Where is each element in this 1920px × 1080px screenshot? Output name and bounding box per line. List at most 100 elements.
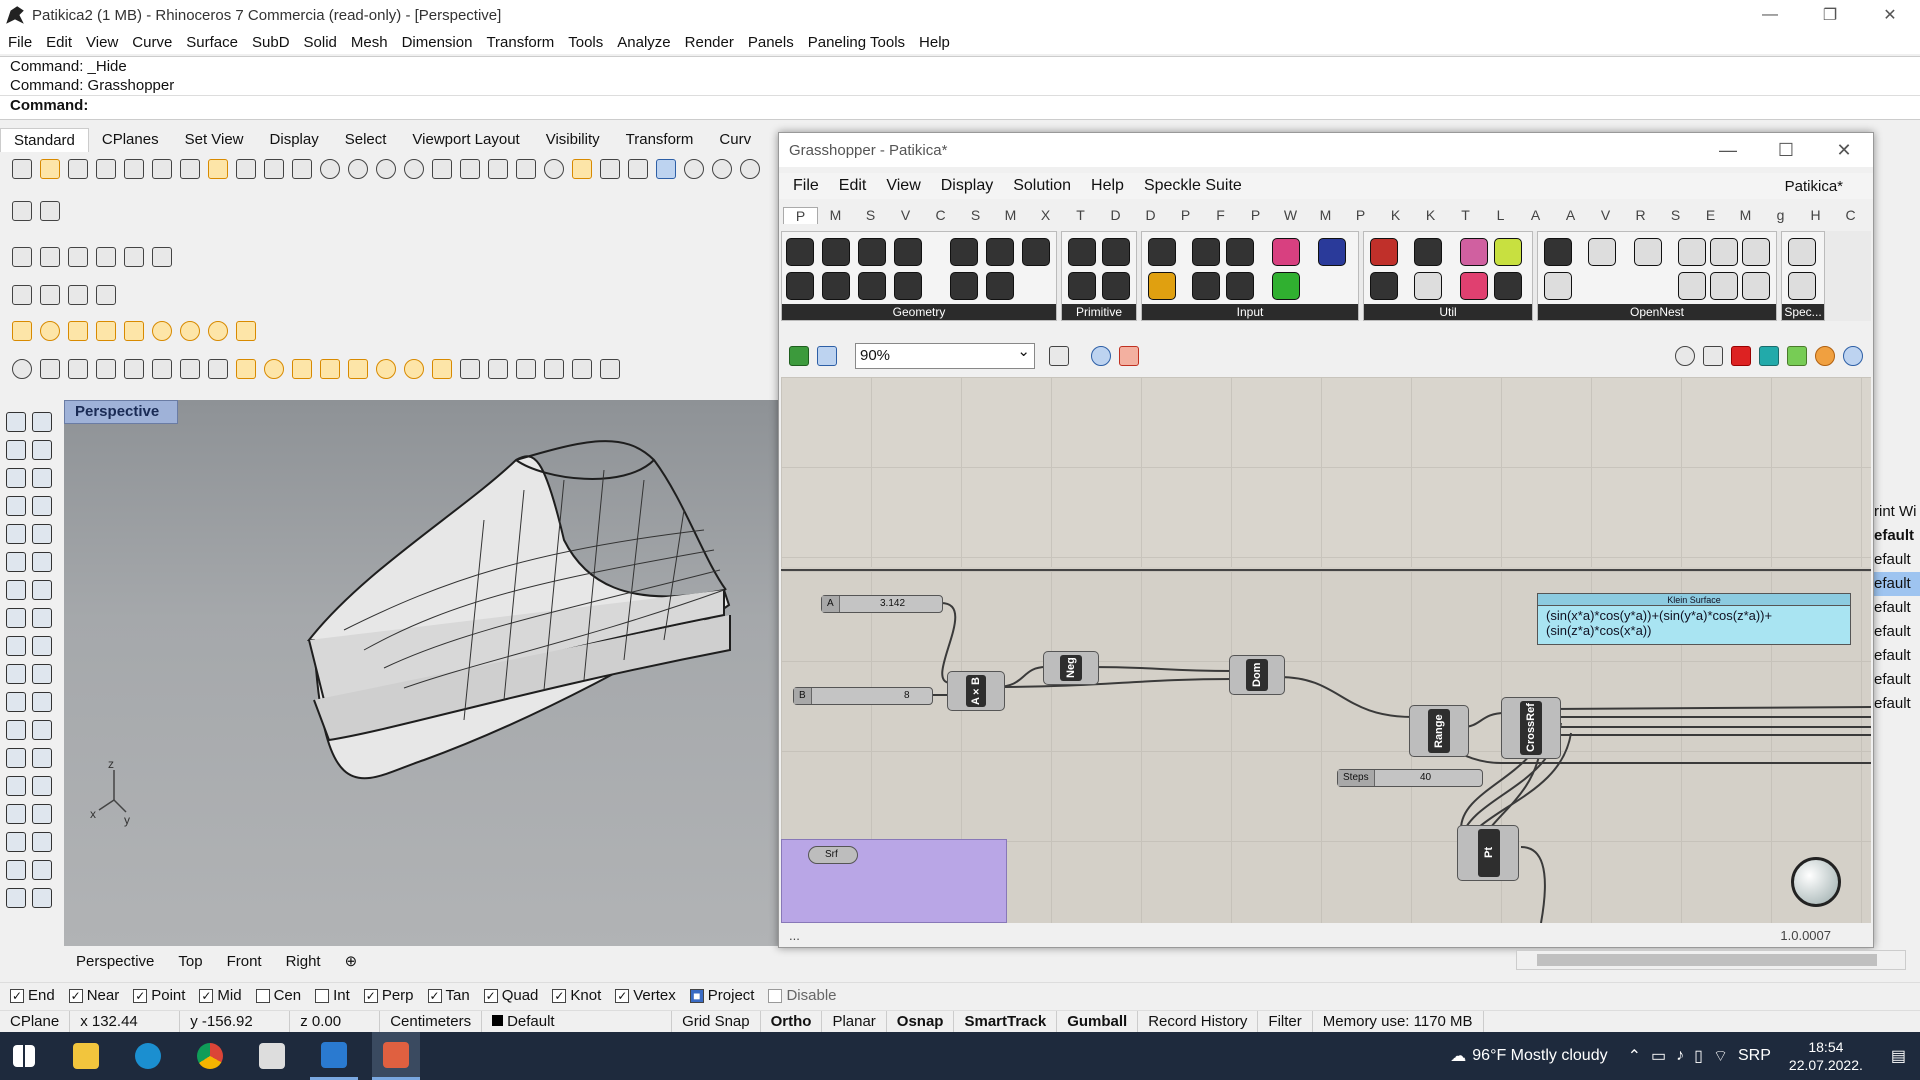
gh-component-icon[interactable] <box>1414 272 1442 300</box>
status-planar[interactable]: Planar <box>822 1010 887 1033</box>
checkbox-knot[interactable]: ✓ <box>552 988 567 1003</box>
gh-component-icon[interactable] <box>1068 238 1096 266</box>
tray-chevron-icon[interactable]: ⌃ <box>1628 1046 1641 1066</box>
gh-component-icon[interactable] <box>1678 238 1706 266</box>
zoom-icon[interactable] <box>320 159 340 179</box>
gh-component-icon[interactable] <box>822 272 850 300</box>
right-panel-row[interactable]: efault <box>1874 668 1920 692</box>
shield-icon[interactable] <box>656 159 676 179</box>
solid-icon[interactable] <box>68 247 88 267</box>
checkbox-near[interactable]: ✓ <box>68 988 83 1003</box>
weather-icon[interactable]: ☁ <box>1450 1046 1466 1066</box>
notifications-icon[interactable]: ▤ <box>1891 1046 1906 1066</box>
snap-disable-icon[interactable] <box>236 321 256 341</box>
gh-component-icon[interactable] <box>894 238 922 266</box>
properties-tool-icon[interactable] <box>32 888 52 908</box>
zoom-window-icon[interactable] <box>348 159 368 179</box>
point-component[interactable]: Pt <box>1457 825 1519 881</box>
ellipse-tool-icon[interactable] <box>32 468 52 488</box>
select-arrow-icon[interactable] <box>6 412 26 432</box>
gh-preview-mode-icon[interactable] <box>1675 346 1695 366</box>
gh-component-icon[interactable] <box>1022 238 1050 266</box>
check-tool-icon[interactable] <box>32 860 52 880</box>
gh-component-icon[interactable] <box>1192 272 1220 300</box>
status-units[interactable]: Centimeters <box>380 1010 483 1033</box>
taskbar-app[interactable] <box>310 1032 358 1080</box>
gh-tab[interactable]: A <box>1518 207 1553 223</box>
menu-render[interactable]: Render <box>685 34 734 51</box>
gh-menu-edit[interactable]: Edit <box>839 177 867 195</box>
gh-minimize-button[interactable]: — <box>1699 133 1757 167</box>
gh-component-icon[interactable] <box>1494 272 1522 300</box>
surface-tool-icon[interactable] <box>6 552 26 572</box>
select-icon[interactable] <box>572 159 592 179</box>
snap-center-icon[interactable] <box>40 321 60 341</box>
hand-icon-2[interactable] <box>516 359 536 379</box>
gh-preview-shaded-icon[interactable] <box>1731 346 1751 366</box>
tab-transform[interactable]: Transform <box>613 128 707 152</box>
gh-component-icon[interactable] <box>1710 238 1738 266</box>
cloud-icon[interactable] <box>68 285 88 305</box>
gh-tab[interactable]: g <box>1763 207 1798 223</box>
menu-analyze[interactable]: Analyze <box>617 34 670 51</box>
menu-view[interactable]: View <box>86 34 118 51</box>
right-panel-row[interactable]: efault <box>1874 620 1920 644</box>
snap-perp-icon[interactable] <box>96 321 116 341</box>
gh-tab[interactable]: K <box>1413 207 1448 223</box>
text-object-icon[interactable] <box>6 748 26 768</box>
cylinder-icon[interactable] <box>6 608 26 628</box>
gh-menu-display[interactable]: Display <box>941 177 993 195</box>
gh-tab[interactable]: A <box>1553 207 1588 223</box>
gh-document-preview-icon[interactable] <box>1843 346 1863 366</box>
import-icon[interactable] <box>124 159 144 179</box>
gh-component-icon[interactable] <box>1588 238 1616 266</box>
osnap-end[interactable]: ✓ End <box>10 987 55 1004</box>
tab-visibility[interactable]: Visibility <box>533 128 613 152</box>
gh-component-icon[interactable] <box>1068 272 1096 300</box>
horizontal-scrollbar[interactable] <box>1516 950 1906 970</box>
cut-icon[interactable] <box>152 159 172 179</box>
gh-component-icon[interactable] <box>1678 272 1706 300</box>
solid-box-icon[interactable] <box>6 580 26 600</box>
network-icon[interactable]: ⌔ <box>1713 1046 1728 1066</box>
split-tool-icon[interactable] <box>6 720 26 740</box>
status-filter[interactable]: Filter <box>1258 1010 1313 1033</box>
gh-tab[interactable]: H <box>1798 207 1833 223</box>
gh-navigation-widget-icon[interactable] <box>1791 857 1841 907</box>
transform-tool-icon[interactable] <box>6 636 26 656</box>
weather-text[interactable]: 96°F Mostly cloudy <box>1472 1047 1607 1065</box>
gh-tab[interactable]: P <box>1343 207 1378 223</box>
render-tool-icon[interactable] <box>32 692 52 712</box>
gh-tab[interactable]: P <box>783 206 818 224</box>
polyline-icon[interactable] <box>6 440 26 460</box>
gh-component-icon[interactable] <box>1226 238 1254 266</box>
gh-tab[interactable]: P <box>1238 207 1273 223</box>
gh-group-label[interactable]: OpenNest <box>1538 304 1776 320</box>
loft-tool-icon[interactable] <box>32 552 52 572</box>
gh-tab[interactable]: F <box>1203 207 1238 223</box>
new-icon[interactable] <box>12 159 32 179</box>
checkbox-vertex[interactable]: ✓ <box>615 988 630 1003</box>
status-osnap[interactable]: Osnap <box>887 1010 955 1033</box>
right-panel-row[interactable]: efault <box>1874 524 1920 548</box>
viewport-label[interactable]: Perspective <box>64 400 178 424</box>
right-panel-row[interactable]: efault <box>1874 548 1920 572</box>
maximize-button[interactable]: ❐ <box>1800 0 1860 30</box>
menu-subd[interactable]: SubD <box>252 34 290 51</box>
grid-icon-2[interactable] <box>572 359 592 379</box>
gh-component-icon[interactable] <box>1544 272 1572 300</box>
gh-component-icon[interactable] <box>1788 238 1816 266</box>
shield-tool-icon[interactable] <box>6 860 26 880</box>
range-component[interactable]: Range <box>1409 705 1469 757</box>
frame-icon[interactable] <box>152 359 172 379</box>
gh-maximize-button[interactable]: ☐ <box>1757 133 1815 167</box>
taskbar-grasshopper[interactable] <box>372 1032 420 1080</box>
gh-preview-eye-icon[interactable] <box>1091 346 1111 366</box>
snap-center-icon-2[interactable] <box>264 359 284 379</box>
gh-component-icon[interactable] <box>1370 272 1398 300</box>
checkbox-int[interactable] <box>315 988 330 1003</box>
undo-view-icon[interactable] <box>432 159 452 179</box>
tool-extra-icon[interactable] <box>600 359 620 379</box>
osnap-near[interactable]: ✓ Near <box>68 987 119 1004</box>
gh-component-icon[interactable] <box>1318 238 1346 266</box>
